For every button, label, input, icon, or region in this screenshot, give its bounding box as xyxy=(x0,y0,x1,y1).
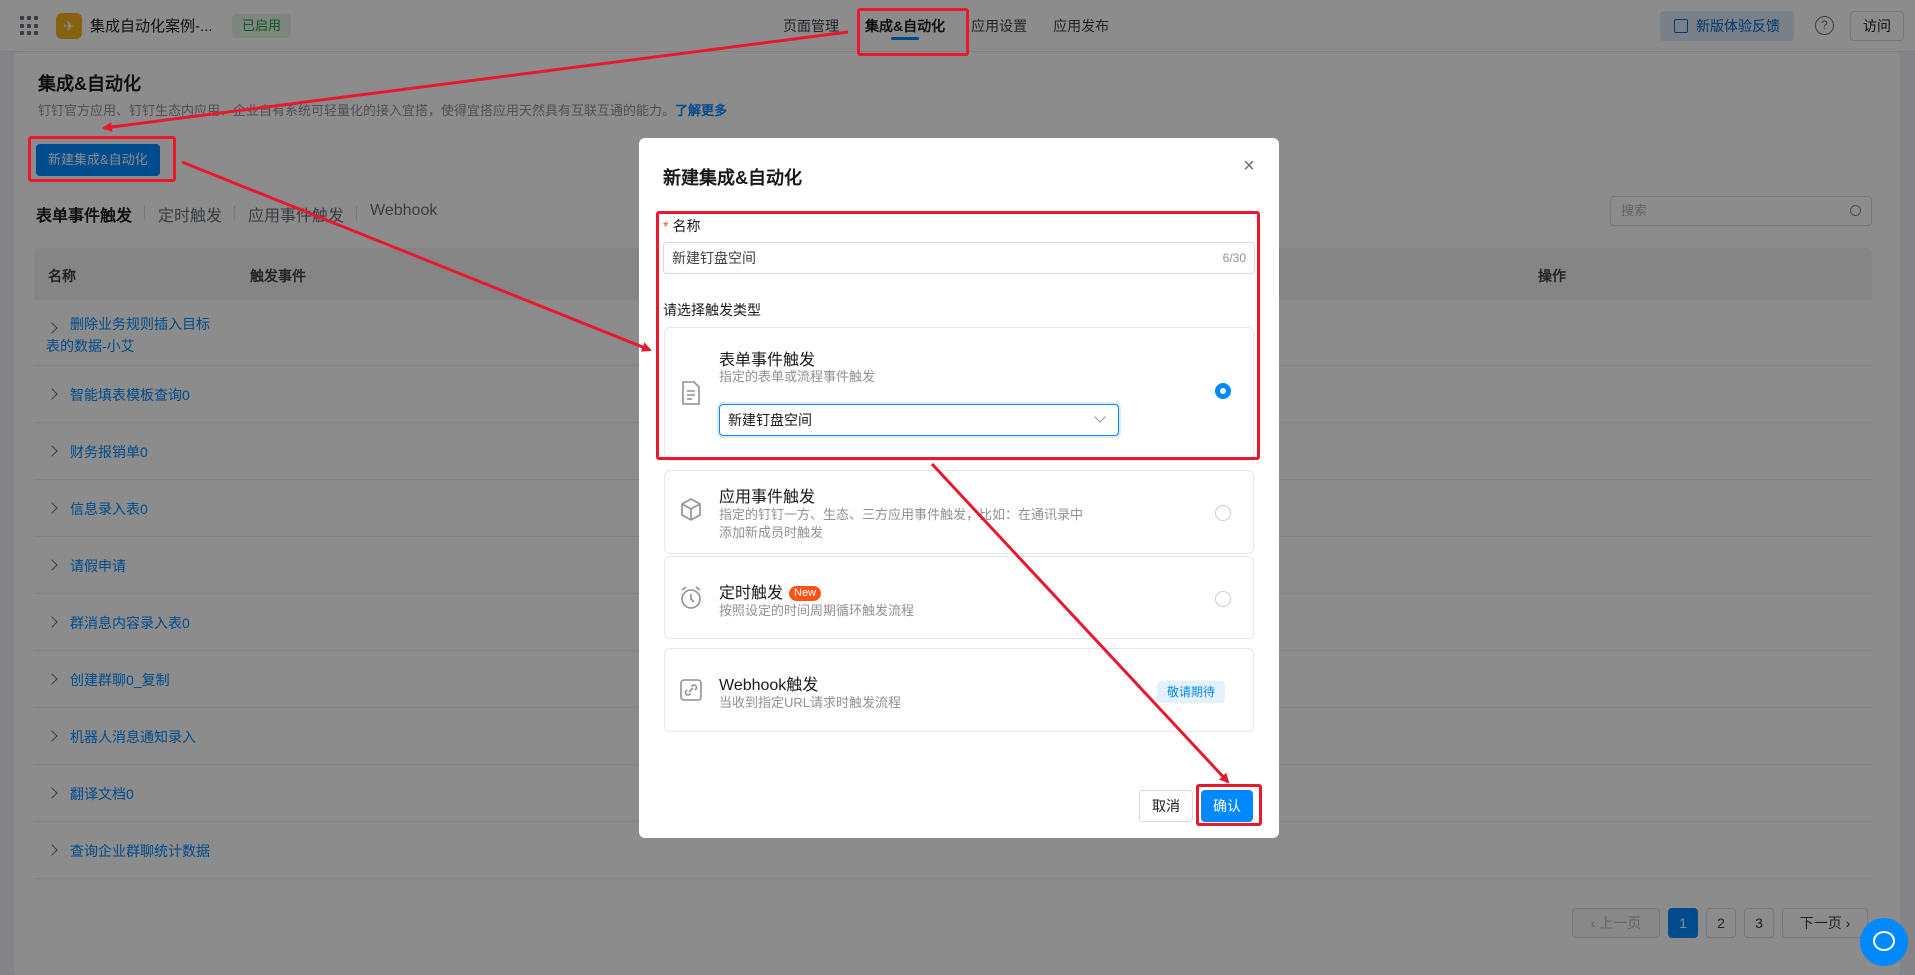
annotation-arrows xyxy=(102,30,1230,784)
arrow-form-to-confirm xyxy=(930,462,1230,784)
arrow-nav-to-button xyxy=(102,30,849,132)
arrow-button-to-dialog xyxy=(181,160,652,352)
